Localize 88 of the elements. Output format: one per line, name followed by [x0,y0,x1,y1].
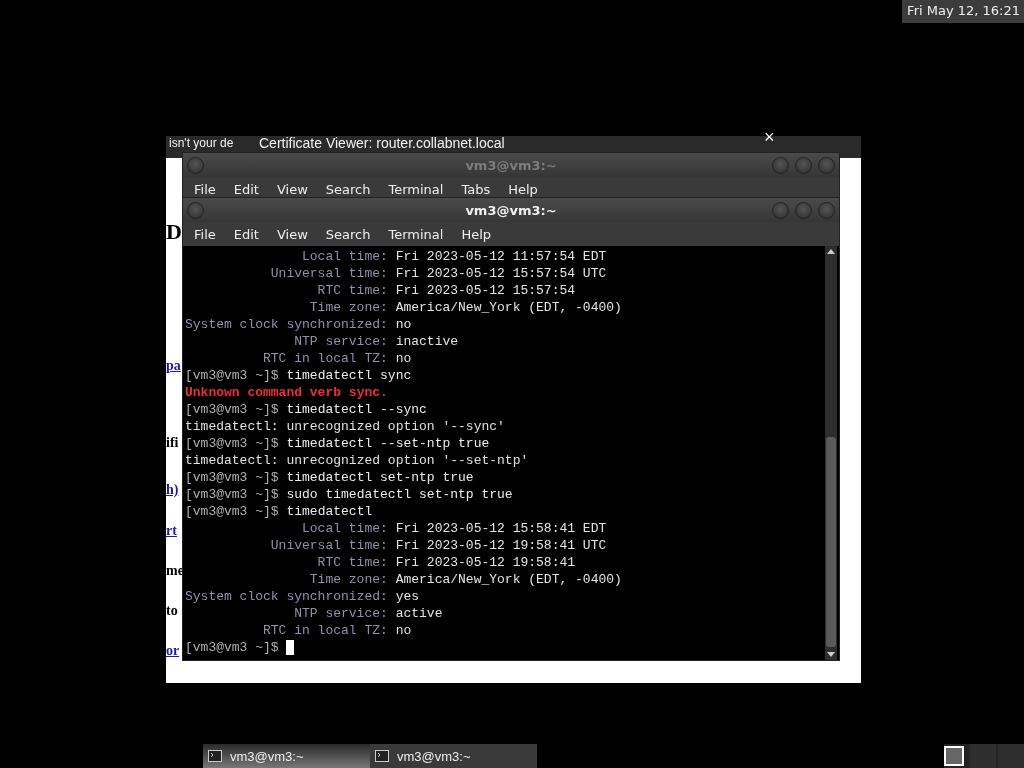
field-value: Fri 2023-05-12 11:57:54 EDT [395,248,607,265]
menu-item[interactable]: Edit [224,226,268,242]
page-link[interactable]: pa [166,358,181,374]
window-control-button[interactable] [818,201,835,219]
menu-item[interactable]: Terminal [379,181,453,197]
menu-item[interactable]: View [267,181,317,197]
page-text: D [166,220,182,244]
scroll-up-icon[interactable] [827,249,835,254]
field-label: RTC in local TZ: [262,350,388,367]
field-label: RTC time: [316,554,388,571]
field-value: yes [395,588,420,605]
field-value: no [395,350,412,367]
taskbar-button[interactable]: vm3@vm3:~ [370,744,537,768]
error-message: Unknown command verb sync. [185,384,388,401]
command-text: timedatectl --set-ntp true [286,435,490,452]
field-label: Time zone: [308,299,388,316]
text-cursor [286,640,295,655]
field-value: Fri 2023-05-12 15:58:41 EDT [395,520,607,537]
scroll-thumb[interactable] [826,437,836,647]
menu-item[interactable]: Search [316,226,380,242]
menu-item[interactable]: Terminal [379,226,453,242]
menu-item[interactable]: File [185,226,225,242]
field-value: America/New_York (EDT, -0400) [395,299,622,316]
field-label: Local time: [301,520,388,537]
shell-prompt: [vm3@vm3 ~]$ [185,486,279,503]
field-value: Fri 2023-05-12 19:58:41 UTC [395,537,607,554]
shell-prompt: [vm3@vm3 ~]$ [185,401,279,418]
field-value: inactive [395,333,459,350]
window-control-button[interactable] [187,201,204,219]
field-value: America/New_York (EDT, -0400) [395,571,622,588]
scroll-down-icon[interactable] [827,652,835,657]
field-value: Fri 2023-05-12 15:57:54 UTC [395,265,607,282]
menu-item[interactable]: Help [452,226,501,242]
field-label: NTP service: [293,333,388,350]
window-control-button[interactable] [795,201,812,219]
field-label: Universal time: [269,537,388,554]
shell-prompt: [vm3@vm3 ~]$ [185,639,279,656]
page-text: ifi [166,435,179,451]
field-label: RTC in local TZ: [262,622,388,639]
field-value: Fri 2023-05-12 19:58:41 [395,554,576,571]
page-link[interactable]: rt [166,523,177,539]
command-text: timedatectl sync [286,367,412,384]
tab-title[interactable]: isn't your de [166,136,245,151]
taskbar-button[interactable]: vm3@vm3:~ [203,744,370,768]
window-control-button[interactable] [772,201,789,219]
command-text: sudo timedatectl set-ntp true [286,486,513,503]
page-link[interactable]: h) [166,482,179,498]
window-control-button[interactable] [795,156,812,174]
field-label: System clock synchronized: [185,588,388,605]
scrollbar[interactable] [825,246,837,660]
page-link[interactable]: or [166,643,180,659]
window-title: vm3@vm3:~ [465,202,557,218]
shell-prompt: [vm3@vm3 ~]$ [185,435,279,452]
menu-item[interactable]: Help [499,181,547,197]
terminal-icon [375,750,389,762]
output-text: timedatectl: unrecognized option '--set-ntp' [185,452,529,469]
field-label: RTC time: [316,282,388,299]
window-control-button[interactable] [772,156,789,174]
page-text: to [166,603,178,619]
shell-prompt: [vm3@vm3 ~]$ [185,503,279,520]
menu-item[interactable]: Search [316,181,380,197]
menu-item[interactable]: Edit [224,181,268,197]
field-value: no [395,316,412,333]
shell-prompt: [vm3@vm3 ~]$ [185,367,279,384]
output-text: timedatectl: unrecognized option '--sync' [185,418,505,435]
menu-item[interactable]: File [185,181,225,197]
clock: Fri May 12, 16:21 [902,0,1024,23]
field-value: active [395,605,443,622]
terminal-icon [208,750,222,762]
field-value: Fri 2023-05-12 15:57:54 [395,282,576,299]
window-control-button[interactable] [187,156,204,174]
window-title: vm3@vm3:~ [465,157,557,173]
field-label: Universal time: [269,265,388,282]
workspace-button[interactable] [944,746,964,766]
field-label: System clock synchronized: [185,316,388,333]
command-text: timedatectl set-ntp true [286,469,474,486]
window-control-button[interactable] [818,156,835,174]
menu-item[interactable]: View [267,226,317,242]
close-button[interactable]: × [764,130,775,145]
field-label: Time zone: [308,571,388,588]
dialog-title: Certificate Viewer: router.collabnet.local [259,136,505,151]
command-text: timedatectl [286,503,373,520]
field-value: no [395,622,412,639]
field-label: NTP service: [293,605,388,622]
field-label: Local time: [301,248,388,265]
menu-item[interactable]: Tabs [452,181,500,197]
shell-prompt: [vm3@vm3 ~]$ [185,469,279,486]
command-text: timedatectl --sync [286,401,427,418]
